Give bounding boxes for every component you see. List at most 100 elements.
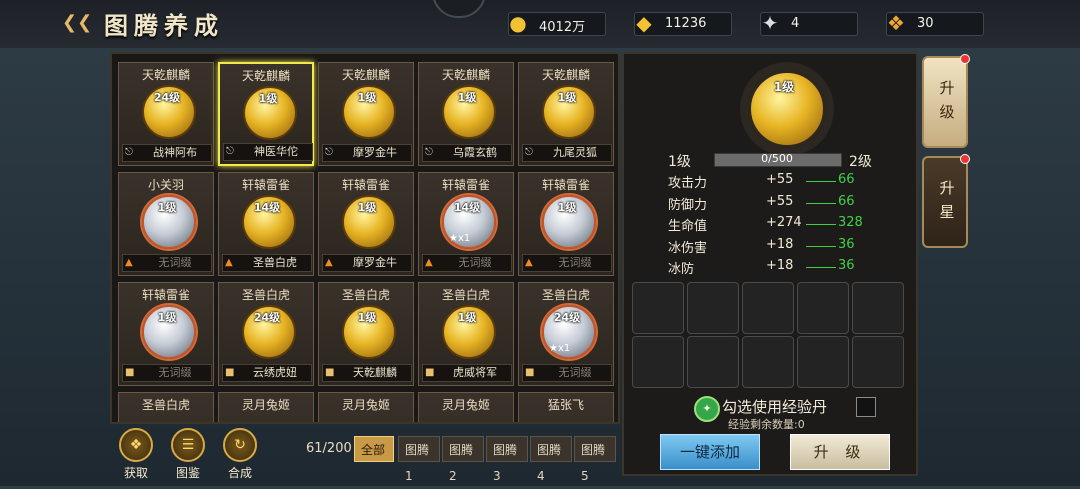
filter-tab[interactable]: 图腾1: [398, 436, 440, 483]
affix-text: 神医华佗: [254, 145, 298, 158]
totem-card[interactable]: 猛张飞: [518, 392, 614, 422]
stat-name: 攻击力: [668, 176, 708, 191]
totem-card[interactable]: 天乾麒麟 1级 ⎋ 摩罗金牛: [318, 62, 414, 166]
stat-current: +55: [766, 172, 794, 187]
totem-card[interactable]: 圣兽白虎 1级 ■ 天乾麒麟: [318, 282, 414, 386]
totem-card[interactable]: 圣兽白虎 24级 ■ 云绣虎妞: [218, 282, 314, 386]
armor-icon: ⎋: [125, 147, 133, 158]
totem-level: 1级: [357, 91, 377, 104]
material-slot[interactable]: [687, 282, 739, 334]
totem-card[interactable]: 轩辕雷雀 1级 ■ 无词缀: [118, 282, 214, 386]
affix-text: 天乾麒麟: [353, 366, 397, 379]
totem-name: 猛张飞: [547, 398, 584, 412]
totem-level: 24级: [253, 311, 281, 324]
totem-name: 轩辕雷雀: [241, 178, 290, 192]
totem-name: 天乾麒麟: [141, 68, 190, 82]
filter-tab[interactable]: 图腾4: [530, 436, 572, 483]
totem-name: 轩辕雷雀: [341, 178, 390, 192]
flame-icon: ▲: [125, 257, 133, 268]
totem-card[interactable]: 轩辕雷雀 1级 ▲ 摩罗金牛: [318, 172, 414, 276]
totem-affix: ■ 天乾麒麟: [322, 364, 412, 382]
synthesis-icon: ↻: [223, 428, 257, 462]
stat-next: 66: [838, 193, 855, 209]
material-slot[interactable]: [742, 336, 794, 388]
totem-card[interactable]: 轩辕雷雀 14级 ▲ 圣兽白虎: [218, 172, 314, 276]
resource-silver[interactable]: ✦ 4: [760, 11, 858, 36]
totem-card[interactable]: 天乾麒麟 1级 ⎋ 九尾灵狐: [518, 62, 614, 166]
totem-card[interactable]: 小关羽 1级 ▲ 无词缀: [118, 172, 214, 276]
totem-name: 圣兽白虎: [341, 288, 390, 302]
level-to: 2级: [849, 154, 872, 170]
affix-text: 无词缀: [558, 256, 592, 269]
totem-affix: ▲ 圣兽白虎: [222, 254, 312, 272]
totem-name: 轩辕雷雀: [441, 178, 490, 192]
auto-add-button[interactable]: 一键添加: [660, 434, 760, 470]
exp-pill-icon: ✦: [694, 396, 720, 422]
tab-upgrade[interactable]: 升级: [922, 54, 970, 148]
material-slot[interactable]: [632, 282, 684, 334]
totem-card[interactable]: 轩辕雷雀 14级 ★x1 ▲ 无词缀: [418, 172, 514, 276]
filter-tab[interactable]: 图腾3: [486, 436, 528, 483]
totem-level: 1级: [157, 201, 177, 214]
star-count: ★x1: [449, 233, 471, 244]
totem-name: 灵月兔姬: [241, 398, 290, 412]
filter-tab[interactable]: 图腾5: [574, 436, 616, 483]
totem-card[interactable]: 灵月兔姬: [218, 392, 314, 422]
totem-list[interactable]: 天乾麒麟 24级 ⎋ 战神阿布 天乾麒麟 1级 ⎋ 神医华佗 天乾麒麟 1级 ⎋ 摩罗金牛 天乾麒麟 1级…: [110, 52, 620, 424]
armor-icon: ⎋: [226, 146, 234, 157]
xp-text: 0/500: [761, 152, 793, 165]
filter-tab[interactable]: 全部: [354, 436, 394, 462]
totem-card[interactable]: 圣兽白虎: [118, 392, 214, 422]
filter-tab[interactable]: 图腾2: [442, 436, 484, 483]
acquire-icon: ❖: [119, 428, 153, 462]
resource-gold[interactable]: ● 4012万: [508, 11, 606, 36]
material-slot[interactable]: [742, 282, 794, 334]
material-slot[interactable]: [797, 336, 849, 388]
totem-card[interactable]: 圣兽白虎 24级 ★x1 ■ 无词缀: [518, 282, 614, 386]
totem-card[interactable]: 灵月兔姬: [418, 392, 514, 422]
stat-current: +55: [766, 193, 794, 209]
affix-text: 无词缀: [458, 256, 492, 269]
totem-affix: ⎋ 战神阿布: [122, 144, 212, 162]
use-exp-checkbox[interactable]: [856, 397, 876, 417]
flame-icon: ▲: [425, 257, 433, 268]
affix-text: 战神阿布: [153, 146, 197, 159]
stat-arrow-line: [806, 245, 836, 247]
armor-icon: ⎋: [525, 147, 533, 158]
tab-star[interactable]: 升星: [922, 154, 970, 248]
material-slot[interactable]: [852, 336, 904, 388]
resource-badge[interactable]: ❖ 30: [886, 11, 984, 36]
resource-gold-value: 4012万: [539, 20, 586, 35]
totem-name: 天乾麒麟: [241, 69, 290, 83]
affix-text: 摩罗金牛: [353, 256, 397, 269]
resource-ingot[interactable]: ◆ 11236: [634, 11, 732, 36]
totem-card[interactable]: 轩辕雷雀 1级 ▲ 无词缀: [518, 172, 614, 276]
totem-card[interactable]: 灵月兔姬: [318, 392, 414, 422]
back-arrow-icon[interactable]: ❮❮: [62, 14, 92, 32]
tab-upgrade-label: 升级: [939, 79, 955, 121]
totem-card[interactable]: 天乾麒麟 1级 ⎋ 乌霞玄鹤: [418, 62, 514, 166]
totem-card[interactable]: 圣兽白虎 1级 ■ 虎威将军: [418, 282, 514, 386]
totem-level: 1级: [157, 311, 177, 324]
totem-level: 1级: [557, 201, 577, 214]
totem-level: 24级: [553, 311, 581, 324]
codex-button[interactable]: ☰ 图鉴: [168, 428, 208, 481]
stat-next: 36: [838, 258, 855, 273]
synthesis-label: 合成: [227, 466, 252, 480]
material-slot[interactable]: [797, 282, 849, 334]
affix-text: 无词缀: [558, 366, 592, 379]
acquire-button[interactable]: ❖ 获取: [116, 428, 156, 481]
scroll-icon: ■: [325, 367, 335, 378]
material-slot[interactable]: [852, 282, 904, 334]
totem-name: 轩辕雷雀: [541, 178, 590, 192]
material-slot[interactable]: [687, 336, 739, 388]
synthesis-button[interactable]: ↻ 合成: [220, 428, 260, 481]
totem-card[interactable]: 天乾麒麟 1级 ⎋ 神医华佗: [218, 62, 314, 166]
material-slot[interactable]: [632, 336, 684, 388]
totem-name: 圣兽白虎: [241, 288, 290, 302]
upgrade-button[interactable]: 升 级: [790, 434, 890, 470]
totem-card[interactable]: 天乾麒麟 24级 ⎋ 战神阿布: [118, 62, 214, 166]
resource-badge-value: 30: [917, 16, 934, 31]
flame-icon: ▲: [325, 257, 333, 268]
stat-next: 66: [838, 172, 855, 187]
